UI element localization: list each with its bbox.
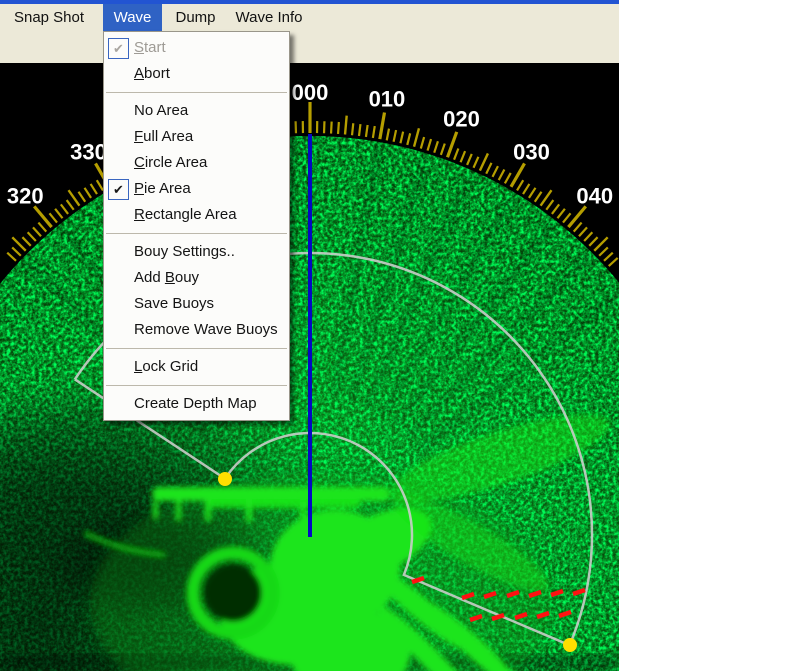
menu-item-label: Full Area (134, 128, 193, 145)
radar-display[interactable]: 320 330 000 010 020 030 040 (0, 63, 619, 671)
menu-item-label: Circle Area (134, 154, 207, 171)
menu-separator (106, 385, 287, 386)
menu-item-label: Save Buoys (134, 295, 214, 312)
menubar-item-wave[interactable]: Wave (103, 4, 162, 31)
radar-bearing-label-320: 320 (7, 184, 44, 209)
menu-item-label: Bouy Settings.. (134, 243, 235, 260)
menu-item-start[interactable]: ✔ Start (104, 35, 289, 61)
radar-plot[interactable]: 320 330 000 010 020 030 040 (0, 63, 619, 671)
menu-item-label: Rectangle Area (134, 206, 237, 223)
menu-item-label: Abort (134, 65, 170, 82)
compass-tick (352, 123, 353, 135)
menubar-item-dump[interactable]: Dump (166, 4, 225, 31)
menu-item-full-area[interactable]: Full Area (104, 124, 289, 150)
menu-item-create-depth-map[interactable]: Create Depth Map (104, 391, 289, 417)
menu-item-lock-grid[interactable]: Lock Grid (104, 354, 289, 380)
menubar-item-wave-info[interactable]: Wave Info (229, 4, 309, 31)
menu-item-rectangle-area[interactable]: Rectangle Area (104, 202, 289, 228)
menu-item-remove-wave-buoys[interactable]: Remove Wave Buoys (104, 317, 289, 343)
menu-item-label: Remove Wave Buoys (134, 321, 278, 338)
app-window: Snap Shot Wave Dump Wave Info (0, 0, 619, 671)
menu-item-label: Lock Grid (134, 358, 198, 375)
menu-item-bouy-settings[interactable]: Bouy Settings.. (104, 239, 289, 265)
wave-buoy-marker[interactable] (218, 472, 232, 486)
menu-item-abort[interactable]: Abort (104, 61, 289, 87)
checkmark-icon: ✔ (108, 179, 129, 200)
compass-tick (359, 124, 360, 136)
menubar-item-snap-shot[interactable]: Snap Shot (8, 4, 90, 31)
compass-tick (331, 122, 332, 134)
menu-item-label: Create Depth Map (134, 395, 257, 412)
menu-separator (106, 233, 287, 234)
menu-item-label: Add Bouy (134, 269, 199, 286)
menu-item-no-area[interactable]: No Area (104, 98, 289, 124)
radar-bearing-label-010: 010 (369, 87, 406, 112)
radar-bearing-label-000: 000 (292, 80, 329, 105)
wave-dropdown-menu: ✔ Start Abort No Area Full Area Circle Area ✔ P… (103, 31, 290, 421)
menu-item-circle-area[interactable]: Circle Area (104, 150, 289, 176)
page: Snap Shot Wave Dump Wave Info (0, 0, 800, 671)
compass-tick (338, 122, 339, 134)
radar-bearing-label-020: 020 (443, 107, 480, 132)
radar-bearing-label-030: 030 (513, 139, 550, 164)
menu-item-label: Start (134, 39, 166, 56)
menu-item-pie-area[interactable]: ✔ Pie Area (104, 176, 289, 202)
radar-bearing-label-330: 330 (70, 139, 107, 164)
menu-separator (106, 348, 287, 349)
menu-item-save-buoys[interactable]: Save Buoys (104, 291, 289, 317)
radar-bearing-label-040: 040 (576, 184, 613, 209)
menu-item-add-bouy[interactable]: Add Bouy (104, 265, 289, 291)
menu-separator (106, 92, 287, 93)
checkmark-icon: ✔ (108, 38, 129, 59)
menu-item-label: No Area (134, 102, 188, 119)
menubar: Snap Shot Wave Dump Wave Info (0, 4, 619, 64)
compass-tick (345, 116, 347, 135)
menu-item-label: Pie Area (134, 180, 191, 197)
wave-buoy-marker[interactable] (563, 638, 577, 652)
